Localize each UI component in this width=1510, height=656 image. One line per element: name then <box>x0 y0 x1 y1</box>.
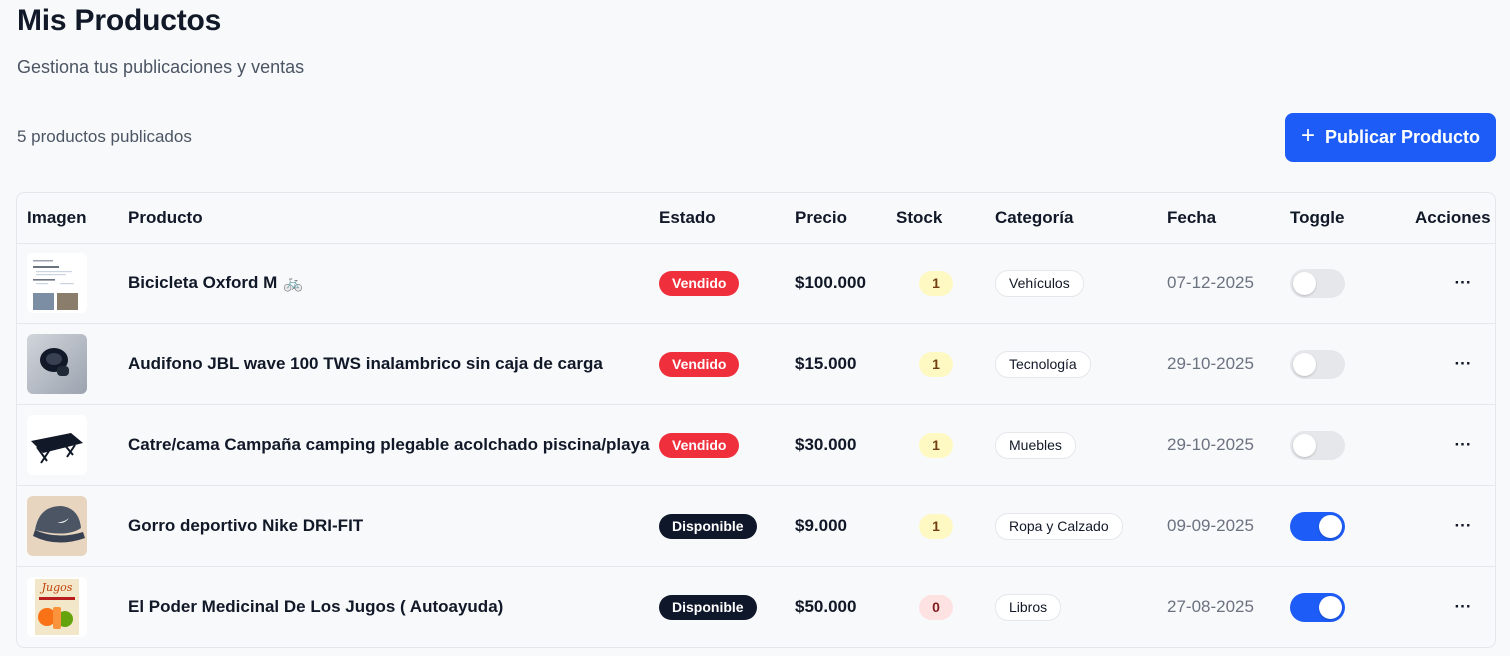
plus-icon: + <box>1300 122 1315 149</box>
table-row[interactable]: Audifono JBL wave 100 TWS inalambrico si… <box>17 324 1495 405</box>
status-badge: Disponible <box>659 594 757 620</box>
column-header-status: Estado <box>659 208 716 227</box>
more-actions-icon[interactable]: ··· <box>1455 435 1472 455</box>
table-row[interactable]: Bicicleta Oxford M 🚲 Vendido $100.000 1 … <box>17 243 1495 324</box>
column-header-stock: Stock <box>896 208 943 227</box>
page-title: Mis Productos <box>17 4 222 37</box>
category-badge: Libros <box>995 593 1062 621</box>
more-actions-icon[interactable]: ··· <box>1455 516 1472 536</box>
earbuds-photo-icon <box>27 334 87 394</box>
visibility-toggle[interactable] <box>1290 592 1345 622</box>
product-name: Audifono JBL wave 100 TWS inalambrico si… <box>128 354 603 373</box>
stock-badge: 1 <box>919 270 953 296</box>
status-badge: Disponible <box>659 513 757 539</box>
column-header-product: Producto <box>128 208 203 227</box>
product-price: $15.000 <box>795 354 857 373</box>
product-price: $30.000 <box>795 435 857 454</box>
column-header-price: Precio <box>795 208 847 227</box>
more-actions-icon[interactable]: ··· <box>1455 354 1472 374</box>
toggle-knob <box>1293 352 1316 376</box>
table-row[interactable]: Gorro deportivo Nike DRI-FIT Disponible … <box>17 486 1495 567</box>
product-date: 09-09-2025 <box>1167 516 1254 535</box>
cap-photo-icon <box>27 496 87 556</box>
visibility-toggle[interactable] <box>1290 511 1345 541</box>
status-badge: Vendido <box>659 351 740 377</box>
bicycle-icon: 🚲 <box>283 275 304 292</box>
product-date: 29-10-2025 <box>1167 435 1254 454</box>
product-name: El Poder Medicinal De Los Jugos ( Autoay… <box>128 597 504 616</box>
product-date: 29-10-2025 <box>1167 354 1254 373</box>
toggle-knob <box>1293 271 1316 295</box>
product-price: $9.000 <box>795 516 847 535</box>
product-price: $100.000 <box>795 273 866 292</box>
toggle-knob <box>1319 514 1342 538</box>
stock-badge: 1 <box>919 513 953 539</box>
document-photo-icon <box>27 253 87 313</box>
product-count: 5 productos publicados <box>17 127 192 146</box>
status-badge: Vendido <box>659 432 740 458</box>
category-badge: Muebles <box>995 431 1076 459</box>
page-subtitle: Gestiona tus publicaciones y ventas <box>17 57 305 77</box>
camping-cot-photo-icon <box>27 415 87 475</box>
category-badge: Ropa y Calzado <box>995 512 1123 540</box>
column-header-date: Fecha <box>1167 208 1217 227</box>
products-page: Mis Productos Gestiona tus publicaciones… <box>0 0 1510 656</box>
product-name: Bicicleta Oxford M <box>128 273 278 292</box>
toggle-knob <box>1319 595 1342 619</box>
product-name: Gorro deportivo Nike DRI-FIT <box>128 516 364 535</box>
visibility-toggle[interactable] <box>1290 349 1345 379</box>
visibility-toggle[interactable] <box>1290 268 1345 298</box>
visibility-toggle[interactable] <box>1290 430 1345 460</box>
stock-badge: 0 <box>919 594 953 620</box>
column-header-image: Imagen <box>27 208 87 227</box>
column-header-category: Categoría <box>995 208 1074 227</box>
book-cover-photo-icon: Jugos <box>27 577 87 637</box>
more-actions-icon[interactable]: ··· <box>1455 597 1472 617</box>
category-badge: Vehículos <box>995 269 1084 297</box>
product-price: $50.000 <box>795 597 857 616</box>
table-row[interactable]: Jugos El Poder Medicinal De Los Jugos ( … <box>17 567 1495 647</box>
product-date: 07-12-2025 <box>1167 273 1254 292</box>
stock-badge: 1 <box>919 351 953 377</box>
column-header-toggle: Toggle <box>1290 208 1345 227</box>
svg-text:Jugos: Jugos <box>40 581 73 594</box>
toggle-knob <box>1293 433 1316 457</box>
publish-product-label: Publicar Producto <box>1324 127 1481 147</box>
status-badge: Vendido <box>659 270 740 296</box>
more-actions-icon[interactable]: ··· <box>1455 273 1472 293</box>
products-table: Imagen Producto Estado Precio Stock Cate… <box>16 192 1496 648</box>
column-header-actions: Acciones <box>1415 208 1491 227</box>
publish-product-button[interactable]: + Publicar Producto <box>1285 113 1496 162</box>
table-header-row: Imagen Producto Estado Precio Stock Cate… <box>17 193 1495 244</box>
product-name: Catre/cama Campaña camping plegable acol… <box>128 435 650 454</box>
table-row[interactable]: Catre/cama Campaña camping plegable acol… <box>17 405 1495 486</box>
category-badge: Tecnología <box>995 350 1091 378</box>
stock-badge: 1 <box>919 432 953 458</box>
product-date: 27-08-2025 <box>1167 597 1254 616</box>
